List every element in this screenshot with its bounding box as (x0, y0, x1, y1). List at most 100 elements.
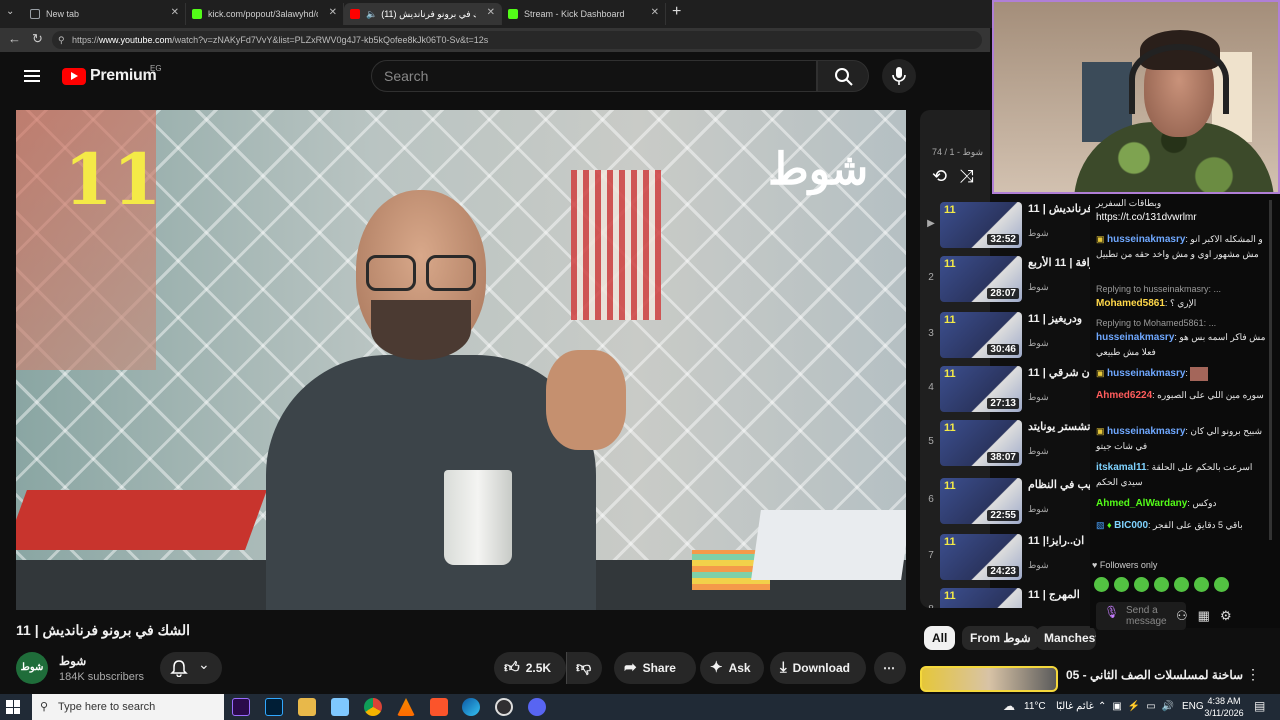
emote-icon[interactable] (1114, 577, 1129, 592)
emote-icon[interactable] (1154, 577, 1169, 592)
windows-start-icon[interactable] (6, 700, 20, 714)
video-player[interactable]: 11 شوط (16, 110, 906, 610)
close-tab-icon[interactable]: ✕ (487, 7, 495, 18)
kick-icon (192, 9, 202, 19)
taskbar-clock[interactable]: 4:38 AM 3/11/2026 (1200, 695, 1248, 719)
youtube-logo-text[interactable]: Premium (90, 67, 157, 85)
kick-icon (508, 9, 518, 19)
playlist-item[interactable]: 2 11 28:07 الحرافة | 11 الأربع شوط (920, 252, 1090, 304)
new-tab-button[interactable]: + (672, 3, 681, 21)
store-icon[interactable]: ▦ (1198, 608, 1220, 623)
premiere-icon[interactable] (232, 698, 250, 716)
chat-message: Ahmed_AlWardany: دوكس (1096, 498, 1217, 509)
microphone-icon[interactable]: 🎙︎ (1104, 606, 1119, 618)
reply-context: Replying to Mohamed5861: ... (1096, 318, 1217, 328)
search-input[interactable]: Search (371, 60, 817, 92)
tab-kick-popout[interactable]: kick.com/popout/3alawyhd/cl ✕ (186, 3, 344, 25)
ask-button[interactable]: ✦ Ask (700, 652, 764, 684)
chat-username[interactable]: husseinakmasry (1096, 332, 1174, 343)
voice-search-button[interactable] (882, 59, 916, 93)
youtube-icon (350, 9, 360, 19)
thumbs-down-icon: 👎︎ (576, 659, 592, 676)
dislike-button[interactable]: 👎︎ (566, 652, 602, 684)
close-tab-icon[interactable]: ✕ (651, 7, 659, 18)
chip-manchester-united[interactable]: Manchester United Fo (1036, 626, 1096, 650)
obs-icon[interactable] (495, 698, 513, 716)
notepad-icon[interactable] (331, 698, 349, 716)
chat-link[interactable]: https://t.co/131dvwrlmr (1096, 212, 1197, 223)
related-video[interactable]: 05 - بداية ساخنة لمسلسلات الصف الثاني ⋮ (920, 666, 1260, 692)
chat-message: ▣ husseinakmasry: و المشكله الاكبر انو م… (1096, 234, 1263, 259)
playlist-thumbnail: 11 28:07 (940, 256, 1022, 302)
emote-icon[interactable] (1174, 577, 1189, 592)
site-info-icon[interactable]: ⚲ (58, 31, 65, 49)
people-icon[interactable]: ⚇ (1176, 608, 1198, 623)
notifications-icon[interactable]: ▤ (1254, 699, 1265, 713)
chat-username[interactable]: husseinakmasry (1107, 426, 1185, 437)
shuffle-icon[interactable]: ⤨ (959, 166, 985, 186)
chip-all[interactable]: All (924, 626, 956, 650)
playlist-item[interactable]: 4 11 27:13 ان شرقي | 11 شوط (920, 362, 1090, 414)
tab-kick-dashboard[interactable]: Stream - Kick Dashboard ✕ (502, 3, 666, 25)
send-placeholder: Send a message (1126, 605, 1167, 627)
loop-icon[interactable]: ⟲ (932, 166, 959, 186)
tab-new-tab[interactable]: New tab ✕ (24, 3, 186, 25)
mute-icon[interactable]: 🔈 (366, 9, 377, 20)
chat-username[interactable]: BIC000 (1114, 520, 1148, 531)
duration: 28:07 (987, 288, 1019, 299)
emote-icon[interactable] (1214, 577, 1229, 592)
brave-icon[interactable] (430, 698, 448, 716)
emote-icon[interactable] (1134, 577, 1149, 592)
playlist-item[interactable]: 8 11 المهرج | 11 (920, 584, 1090, 608)
channel-logo-watermark: شوط (768, 145, 869, 194)
channel-avatar[interactable]: شوط (16, 652, 48, 684)
emote-icon[interactable] (1194, 577, 1209, 592)
file-explorer-icon[interactable] (298, 698, 316, 716)
taskbar-search-input[interactable]: ⚲ Type here to search (32, 694, 224, 720)
reload-icon[interactable]: ↻ (32, 31, 43, 47)
more-icon[interactable]: ⋮ (1246, 666, 1260, 683)
photoshop-icon[interactable] (265, 698, 283, 716)
playlist-item[interactable]: 3 11 30:46 ودريغيز | 11 شوط (920, 308, 1090, 360)
chat-message-input[interactable]: 🎙︎ Send a message (1096, 602, 1186, 630)
share-button[interactable]: ➦ Share (614, 652, 696, 684)
chat-username[interactable]: husseinakmasry (1107, 368, 1185, 379)
chip-from-channel[interactable]: From شوط (962, 626, 1039, 650)
chat-username[interactable]: Ahmed_AlWardany (1096, 498, 1187, 509)
discord-icon[interactable] (528, 698, 546, 716)
weather-temp[interactable]: 11°C (1024, 694, 1046, 720)
chat-scrollbar[interactable] (1269, 200, 1272, 540)
taskbar-search-placeholder: Type here to search (58, 701, 156, 713)
playlist-thumbnail: 11 24:23 (940, 534, 1022, 580)
playlist-item[interactable]: 5 11 38:07 لطوخية الشامية | تشستر يونايتد… (920, 416, 1090, 468)
back-icon[interactable]: ← (8, 31, 21, 46)
channel-name[interactable]: شوط (59, 654, 86, 668)
address-toolbar: ← ↻ ⚲ https://www.youtube.com/watch?v=zNA… (0, 28, 990, 52)
chat-username[interactable]: husseinakmasry (1107, 234, 1185, 245)
weather-condition[interactable]: غائم غالبًا (1056, 694, 1094, 720)
emote-icon[interactable] (1094, 577, 1109, 592)
url-field[interactable]: ⚲ https://www.youtube.com/watch?v=zNAKyFd… (52, 31, 982, 49)
tab-youtube[interactable]: 🔈 (11) الشك في برونو فرنانديش ✕ (344, 3, 502, 25)
edge-icon[interactable] (462, 698, 480, 716)
like-button[interactable]: 👍︎ 2.5K (494, 652, 566, 684)
search-button[interactable] (817, 60, 869, 92)
more-actions-button[interactable]: ⋯ (874, 652, 906, 684)
tab-list-chevron-icon[interactable]: ⌄ (6, 6, 14, 17)
subscribed-bell-button[interactable]: ⌄ (160, 652, 222, 684)
menu-icon[interactable] (24, 70, 40, 82)
playlist-item[interactable]: ▶ 11 32:52 فرنانديش | 11 شوط (920, 198, 1090, 250)
playlist-item[interactable]: 6 11 22:55 ستر سيتي | 11 لعيب في النظام ش… (920, 474, 1090, 526)
tray-icons[interactable]: ⌃▣⚡▭🔊 (1098, 694, 1180, 720)
chrome-icon[interactable] (364, 698, 382, 716)
chat-username[interactable]: itskamal11 (1096, 462, 1147, 473)
youtube-logo-icon[interactable] (62, 68, 86, 85)
close-tab-icon[interactable]: ✕ (171, 7, 179, 18)
settings-icon[interactable]: ⚙ (1220, 608, 1242, 623)
close-tab-icon[interactable]: ✕ (329, 7, 337, 18)
playlist-item[interactable]: 7 11 24:23 ان..رايز!| 11 شوط (920, 530, 1090, 582)
vlc-icon[interactable] (397, 698, 415, 716)
chat-username[interactable]: Mohamed5861 (1096, 298, 1165, 309)
download-button[interactable]: ⤓ Download (770, 652, 866, 684)
chat-username[interactable]: Ahmed6224 (1096, 390, 1152, 401)
